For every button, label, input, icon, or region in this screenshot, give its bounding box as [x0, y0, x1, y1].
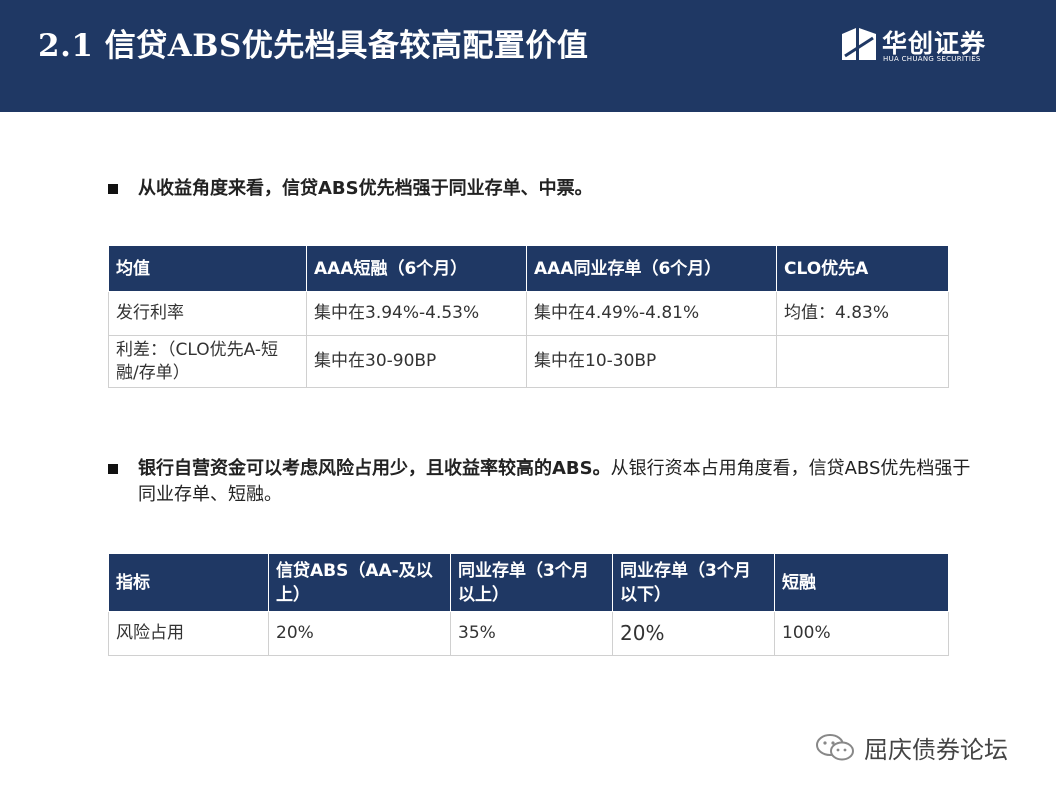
table-cell: 风险占用 [108, 611, 269, 656]
table-cell: 均值：4.83% [776, 291, 949, 336]
slide-title: 2.1 信贷ABS优先档具备较高配置价值 [38, 28, 589, 64]
table-header-row: 均值 AAA短融（6个月） AAA同业存单（6个月） CLO优先A [108, 245, 949, 292]
table-cell: 集中在30-90BP [306, 335, 527, 388]
table-cell: 集中在10-30BP [526, 335, 777, 388]
bullet-2-bold: 银行自营资金可以考虑风险占用少，且收益率较高的ABS。 [138, 458, 611, 479]
table-header-cell: 信贷ABS（AA-及以上） [268, 553, 451, 612]
watermark-text: 屈庆债券论坛 [864, 736, 1008, 764]
table-header-cell: AAA短融（6个月） [306, 245, 527, 292]
table-header-cell: CLO优先A [776, 245, 949, 292]
table-row: 风险占用 20% 35% 20% 100% [108, 611, 949, 656]
table-header-cell: 指标 [108, 553, 269, 612]
header-bar: 2.1 信贷ABS优先档具备较高配置价值 华创证券 HUA CHUANG SEC… [0, 0, 1056, 112]
table-header-cell: AAA同业存单（6个月） [526, 245, 777, 292]
bullet-square-icon [108, 184, 118, 194]
table-cell: 集中在4.49%-4.81% [526, 291, 777, 336]
bullet-1-bold: 从收益角度来看，信贷ABS优先档强于同业存单、中票。 [138, 178, 593, 199]
table-cell: 100% [774, 611, 949, 656]
table-cell: 20% [612, 611, 775, 656]
table-header-cell: 短融 [774, 553, 949, 612]
table-header-row: 指标 信贷ABS（AA-及以上） 同业存单（3个月以上） 同业存单（3个月以下）… [108, 553, 949, 612]
risk-weight-table: 指标 信贷ABS（AA-及以上） 同业存单（3个月以上） 同业存单（3个月以下）… [108, 553, 949, 656]
table-cell: 20% [268, 611, 451, 656]
table-cell: 集中在3.94%-4.53% [306, 291, 527, 336]
table-cell: 利差：（CLO优先A-短融/存单） [108, 335, 307, 388]
table-row: 利差：（CLO优先A-短融/存单） 集中在30-90BP 集中在10-30BP [108, 335, 949, 388]
table-header-cell: 均值 [108, 245, 307, 292]
table-cell: 发行利率 [108, 291, 307, 336]
company-logo: 华创证券 HUA CHUANG SECURITIES [842, 24, 1002, 68]
watermark: 屈庆债券论坛 [814, 728, 1034, 764]
table-header-cell: 同业存单（3个月以上） [450, 553, 613, 612]
yield-table: 均值 AAA短融（6个月） AAA同业存单（6个月） CLO优先A 发行利率 集… [108, 245, 949, 388]
table-row: 发行利率 集中在3.94%-4.53% 集中在4.49%-4.81% 均值：4.… [108, 291, 949, 336]
logo-text-en: HUA CHUANG SECURITIES [883, 55, 981, 63]
table-cell: 35% [450, 611, 613, 656]
bullet-square-icon [108, 464, 118, 474]
table-header-cell: 同业存单（3个月以下） [612, 553, 775, 612]
table-cell [776, 335, 949, 388]
wechat-icon [816, 734, 854, 761]
logo-mark-icon [842, 28, 876, 60]
